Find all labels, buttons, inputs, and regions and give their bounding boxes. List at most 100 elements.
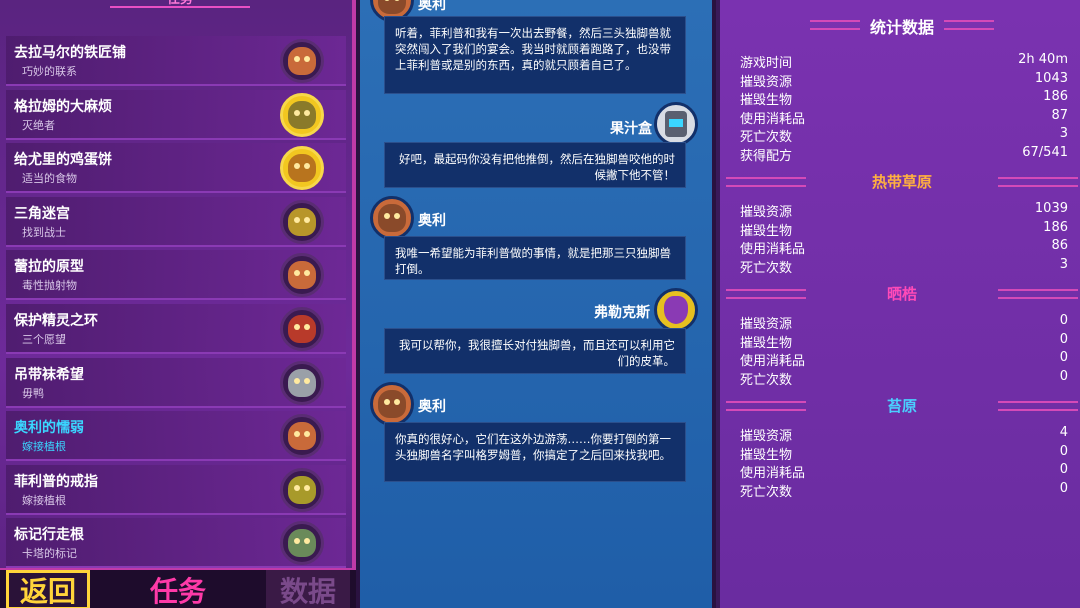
quest-row[interactable]: 给尤里的鸡蛋饼 适当的食物 [6, 143, 346, 194]
quest-title: 去拉马尔的铁匠铺 [14, 45, 126, 61]
creature-face-icon [288, 207, 316, 236]
quest-subtitle: 卡塔的标记 [22, 547, 77, 561]
quest-giver-avatar [280, 360, 324, 405]
olly-face-icon [378, 0, 406, 14]
stat-row: 摧毁生物 186 [740, 219, 1068, 239]
quest-row[interactable]: 格拉姆的大麻烦 灭绝者 [6, 89, 346, 140]
quest-header: 任务 [110, 0, 250, 8]
quest-row[interactable]: 蕾拉的原型毒性抛射物 [6, 250, 346, 301]
stat-value: 0 [1059, 368, 1068, 384]
creature-face-icon [288, 422, 316, 451]
stat-value: 0 [1059, 331, 1068, 347]
dialog-bubble: 我唯一希望能为菲利普做的事情，就是把那三只独脚兽打倒。 [384, 236, 686, 280]
speaker-name: 奥利 [418, 0, 446, 13]
section-name: 苔原 [886, 397, 917, 415]
creature-face-icon [288, 154, 316, 183]
section-name: 晒梏 [886, 285, 917, 303]
speaker-name: 奥利 [418, 213, 446, 229]
quest-row[interactable]: 标记行走根 卡塔的标记 [6, 518, 346, 569]
stat-value: 0 [1059, 443, 1068, 459]
stat-value: 3 [1059, 126, 1068, 141]
stat-label: 摧毁生物 [740, 223, 793, 239]
quest-header-label: 任务 [110, 0, 250, 7]
stat-row: 使用消耗品 0 [740, 350, 1068, 369]
stat-value: 0 [1059, 313, 1068, 328]
back-button[interactable]: 返回 [6, 570, 90, 608]
olly-face-icon [378, 204, 406, 232]
stat-value: 186 [1043, 219, 1068, 235]
stat-value: 1039 [1034, 201, 1068, 216]
quest-row[interactable]: 菲利普的戒指 嫁接植根 [6, 464, 346, 515]
stat-row: 获得配方 67/541 [740, 144, 1068, 164]
quest-giver-avatar [280, 253, 324, 298]
stats-title-label: 统计数据 [869, 18, 934, 37]
olly-avatar [370, 196, 414, 240]
stat-label: 死亡次数 [740, 260, 793, 276]
flux-mask-icon [664, 296, 688, 324]
quest-panel: 任务 去拉马尔的铁匠铺巧妙的联系格拉姆的大麻烦灭绝者给尤里的鸡蛋饼适当的食物三角… [0, 0, 356, 608]
stat-row: 摧毁生物 0 [740, 443, 1068, 463]
quest-subtitle: 嫁接植根 [22, 440, 66, 454]
stat-label: 摧毁生物 [740, 335, 793, 351]
quest-title: 蕾拉的原型 [14, 259, 84, 276]
creature-face-icon [288, 368, 316, 397]
stat-label: 使用消耗品 [740, 354, 806, 369]
quest-giver-avatar [280, 414, 324, 459]
stat-row: 使用消耗品 0 [740, 462, 1068, 481]
olly-avatar [370, 382, 414, 426]
speaker-name: 果汁盒 [610, 121, 652, 137]
quest-giver-avatar [280, 521, 324, 566]
stat-row: 死亡次数 0 [740, 368, 1068, 388]
stat-row: 摧毁资源 1039 [740, 201, 1068, 220]
stat-label: 获得配方 [740, 148, 793, 164]
stat-row: 摧毁资源 1043 [740, 71, 1068, 90]
stat-label: 游戏时间 [740, 56, 793, 71]
quest-title: 奥利的懦弱 [14, 420, 84, 437]
dialog-bubble: 你真的很好心，它们在这外边游荡……你要打倒的第一头独脚兽名字叫格罗姆普，你搞定了… [384, 422, 686, 482]
tab-stats[interactable]: 数据 [266, 570, 350, 608]
flux-avatar [654, 288, 698, 332]
quest-title: 保护精灵之环 [14, 313, 98, 329]
quest-subtitle: 毒性抛射物 [22, 279, 77, 293]
stat-label: 死亡次数 [740, 130, 793, 145]
stat-value: 0 [1059, 480, 1068, 496]
quest-row[interactable]: 奥利的懦弱嫁接植根 [6, 411, 346, 462]
stats-section-header: 热带草原 [720, 171, 1080, 193]
stat-value: 67/541 [1022, 144, 1068, 160]
quest-subtitle: 巧妙的联系 [22, 65, 77, 78]
stat-row: 游戏时间 2h 40m [740, 52, 1068, 71]
stat-label: 使用消耗品 [740, 466, 806, 481]
stat-value: 0 [1059, 462, 1068, 477]
stat-row: 摧毁生物 0 [740, 331, 1068, 351]
stat-row: 死亡次数 3 [740, 257, 1068, 276]
dialog-panel: 奥利 听着，菲利普和我有一次出去野餐，然后三头独脚兽就突然闯入了我们的宴会。我当… [360, 0, 712, 608]
quest-giver-avatar [280, 307, 324, 351]
quest-giver-avatar [280, 199, 324, 244]
stat-label: 摧毁资源 [740, 429, 793, 444]
speaker-name: 奥利 [418, 399, 446, 415]
creature-face-icon [288, 475, 316, 504]
quest-subtitle: 毋鸭 [22, 386, 44, 400]
quest-title: 三角迷宫 [14, 205, 70, 222]
quest-row[interactable]: 三角迷宫 找到战士 [6, 196, 346, 247]
dialog-bubble: 听着，菲利普和我有一次出去野餐，然后三头独脚兽就突然闯入了我们的宴会。我当时就顾… [384, 16, 686, 94]
quest-giver-avatar [280, 467, 324, 512]
quest-subtitle: 三个愿望 [22, 333, 66, 346]
stat-value: 4 [1059, 425, 1068, 440]
quest-subtitle: 适当的食物 [22, 172, 77, 186]
stat-label: 死亡次数 [740, 372, 793, 388]
section-name: 热带草原 [871, 173, 932, 191]
stats-section-header: 晒梏 [720, 283, 1080, 305]
dialog-bubble: 我可以帮你，我很擅长对付独脚兽，而且还可以利用它们的皮革。 [384, 328, 686, 374]
quest-row[interactable]: 吊带袜希望毋鸭 [6, 357, 346, 408]
quest-title: 吊带袜希望 [14, 366, 84, 383]
quest-row[interactable]: 去拉马尔的铁匠铺巧妙的联系 [6, 36, 346, 86]
stat-value: 186 [1043, 89, 1068, 104]
stat-label: 摧毁生物 [740, 93, 793, 108]
quest-giver-avatar [280, 92, 324, 137]
stat-label: 使用消耗品 [740, 242, 806, 257]
tab-quests[interactable]: 任务 [136, 570, 220, 608]
quest-row[interactable]: 保护精灵之环三个愿望 [6, 304, 346, 354]
quest-title: 格拉姆的大麻烦 [14, 98, 112, 115]
stat-label: 死亡次数 [740, 484, 793, 500]
